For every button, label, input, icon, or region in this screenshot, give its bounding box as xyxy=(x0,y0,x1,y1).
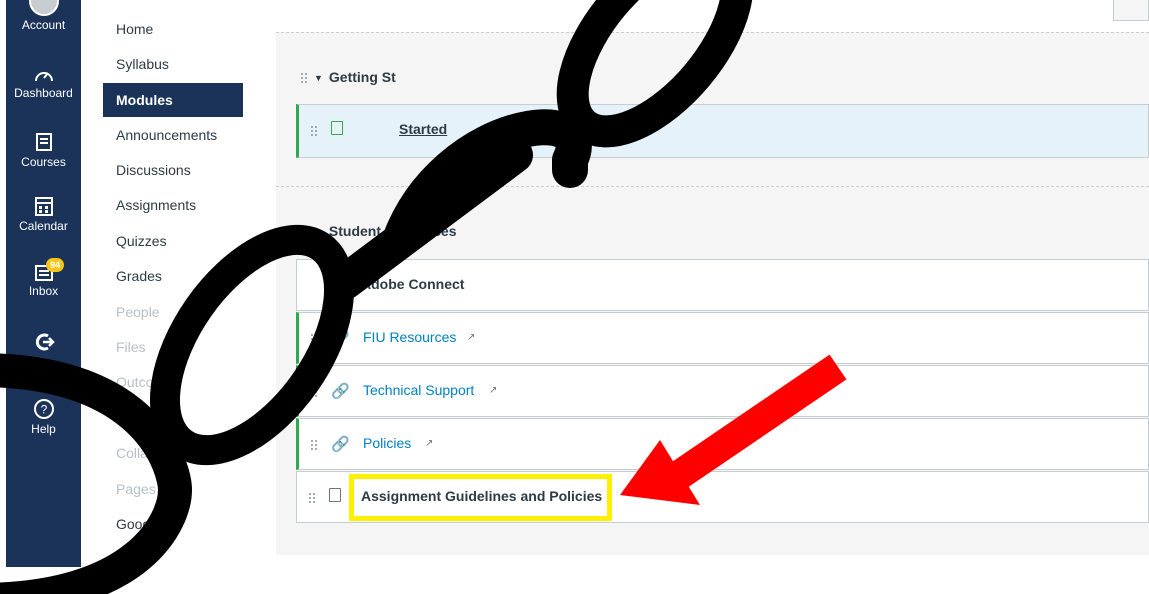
nav-courses-label: Courses xyxy=(21,155,66,169)
nav-calendar[interactable]: Calendar xyxy=(6,195,81,233)
header-icon xyxy=(329,274,341,292)
nav-commons[interactable]: Co xyxy=(6,332,81,368)
drag-handle-icon[interactable] xyxy=(308,492,316,504)
external-link-icon: ↗ xyxy=(425,438,434,449)
course-nav-quizzes[interactable]: Quizzes xyxy=(103,224,243,258)
drag-handle-icon[interactable] xyxy=(300,226,308,239)
caret-down-icon[interactable]: ▼ xyxy=(314,227,323,237)
commons-icon xyxy=(35,333,55,351)
help-icon: ? xyxy=(33,399,54,419)
drag-handle-icon[interactable] xyxy=(300,72,308,85)
inbox-badge: 94 xyxy=(46,258,64,272)
top-action-button[interactable] xyxy=(1113,0,1149,21)
caret-down-icon[interactable]: ▼ xyxy=(314,73,323,83)
drag-handle-icon[interactable] xyxy=(310,386,318,398)
link-icon: 🔗 xyxy=(331,330,350,347)
course-nav-modules[interactable]: Modules xyxy=(103,83,243,117)
course-nav-grades[interactable]: Grades xyxy=(103,259,243,293)
module-header[interactable]: ▼ Getting St xyxy=(300,69,396,85)
module-item[interactable]: 🔗 Policies ↗ xyxy=(296,418,1149,470)
svg-text:?: ? xyxy=(40,403,47,417)
module-item-title: Adobe Connect xyxy=(361,276,465,292)
module-getting-started: ▼ Getting St Started xyxy=(276,32,1149,187)
account-avatar xyxy=(28,0,59,16)
course-nav-files[interactable]: Files xyxy=(103,330,243,364)
global-nav: Account Dashboard Courses Calendar 94 In… xyxy=(6,0,81,567)
nav-help-label: Help xyxy=(31,422,56,436)
nav-dashboard-label: Dashboard xyxy=(14,86,73,100)
nav-inbox[interactable]: 94 Inbox xyxy=(6,258,81,298)
nav-courses[interactable]: Courses xyxy=(6,133,81,169)
page-icon xyxy=(331,121,343,139)
module-item-title[interactable]: Started xyxy=(399,121,447,137)
course-nav-assignments[interactable]: Assignments xyxy=(103,188,243,222)
page-icon xyxy=(329,488,341,506)
external-link-icon: ↗ xyxy=(467,332,476,343)
course-nav-announcements[interactable]: Announcements xyxy=(103,118,243,152)
module-item[interactable]: 🔗 FIU Resources ↗ xyxy=(296,312,1149,364)
course-nav-discussions[interactable]: Discussions xyxy=(103,153,243,187)
course-nav-google-drive[interactable]: Googl ve xyxy=(103,507,243,541)
drag-handle-icon[interactable] xyxy=(310,439,318,451)
link-icon: 🔗 xyxy=(331,383,350,400)
module-item[interactable]: 🔗 Technical Support ↗ xyxy=(296,365,1149,417)
nav-help[interactable]: ? Help xyxy=(6,398,81,436)
module-item-title[interactable]: Policies xyxy=(363,435,411,451)
course-nav-home[interactable]: Home xyxy=(103,12,243,46)
nav-calendar-label: Calendar xyxy=(19,219,68,233)
module-item-header[interactable]: Adobe Connect xyxy=(296,259,1149,311)
calendar-icon xyxy=(34,197,53,216)
course-nav-syllabus[interactable]: Syllabus xyxy=(103,47,243,81)
nav-account-label: Account xyxy=(21,18,66,32)
module-item[interactable]: Started xyxy=(296,104,1149,158)
nav-commons-label: Co xyxy=(10,354,26,368)
nav-account[interactable]: Account xyxy=(6,0,81,32)
module-item-title[interactable]: FIU Resources xyxy=(363,329,456,345)
module-title: Getting St xyxy=(328,69,396,85)
module-item-title[interactable]: Technical Support xyxy=(363,382,474,398)
module-title: Student Resources xyxy=(328,223,457,239)
course-nav-outcomes[interactable]: Outcomes xyxy=(103,365,243,399)
course-nav-pages[interactable]: Pages xyxy=(103,472,243,506)
nav-dashboard[interactable]: Dashboard xyxy=(6,66,81,100)
drag-handle-icon[interactable] xyxy=(310,125,318,137)
nav-inbox-label: Inbox xyxy=(28,284,59,298)
course-nav-conferences[interactable]: Confe xyxy=(103,401,243,435)
link-icon: 🔗 xyxy=(331,436,350,453)
external-link-icon: ↗ xyxy=(489,385,498,396)
course-nav-collaborations[interactable]: Collabora xyxy=(103,436,243,470)
module-header[interactable]: ▼ Student Resources xyxy=(300,223,457,239)
course-nav-settings[interactable]: gs xyxy=(103,542,243,576)
book-icon xyxy=(35,133,52,151)
drag-handle-icon[interactable] xyxy=(310,333,318,345)
course-nav-people[interactable]: People xyxy=(103,295,243,329)
dashboard-icon xyxy=(34,72,53,82)
highlight-box xyxy=(349,474,612,521)
